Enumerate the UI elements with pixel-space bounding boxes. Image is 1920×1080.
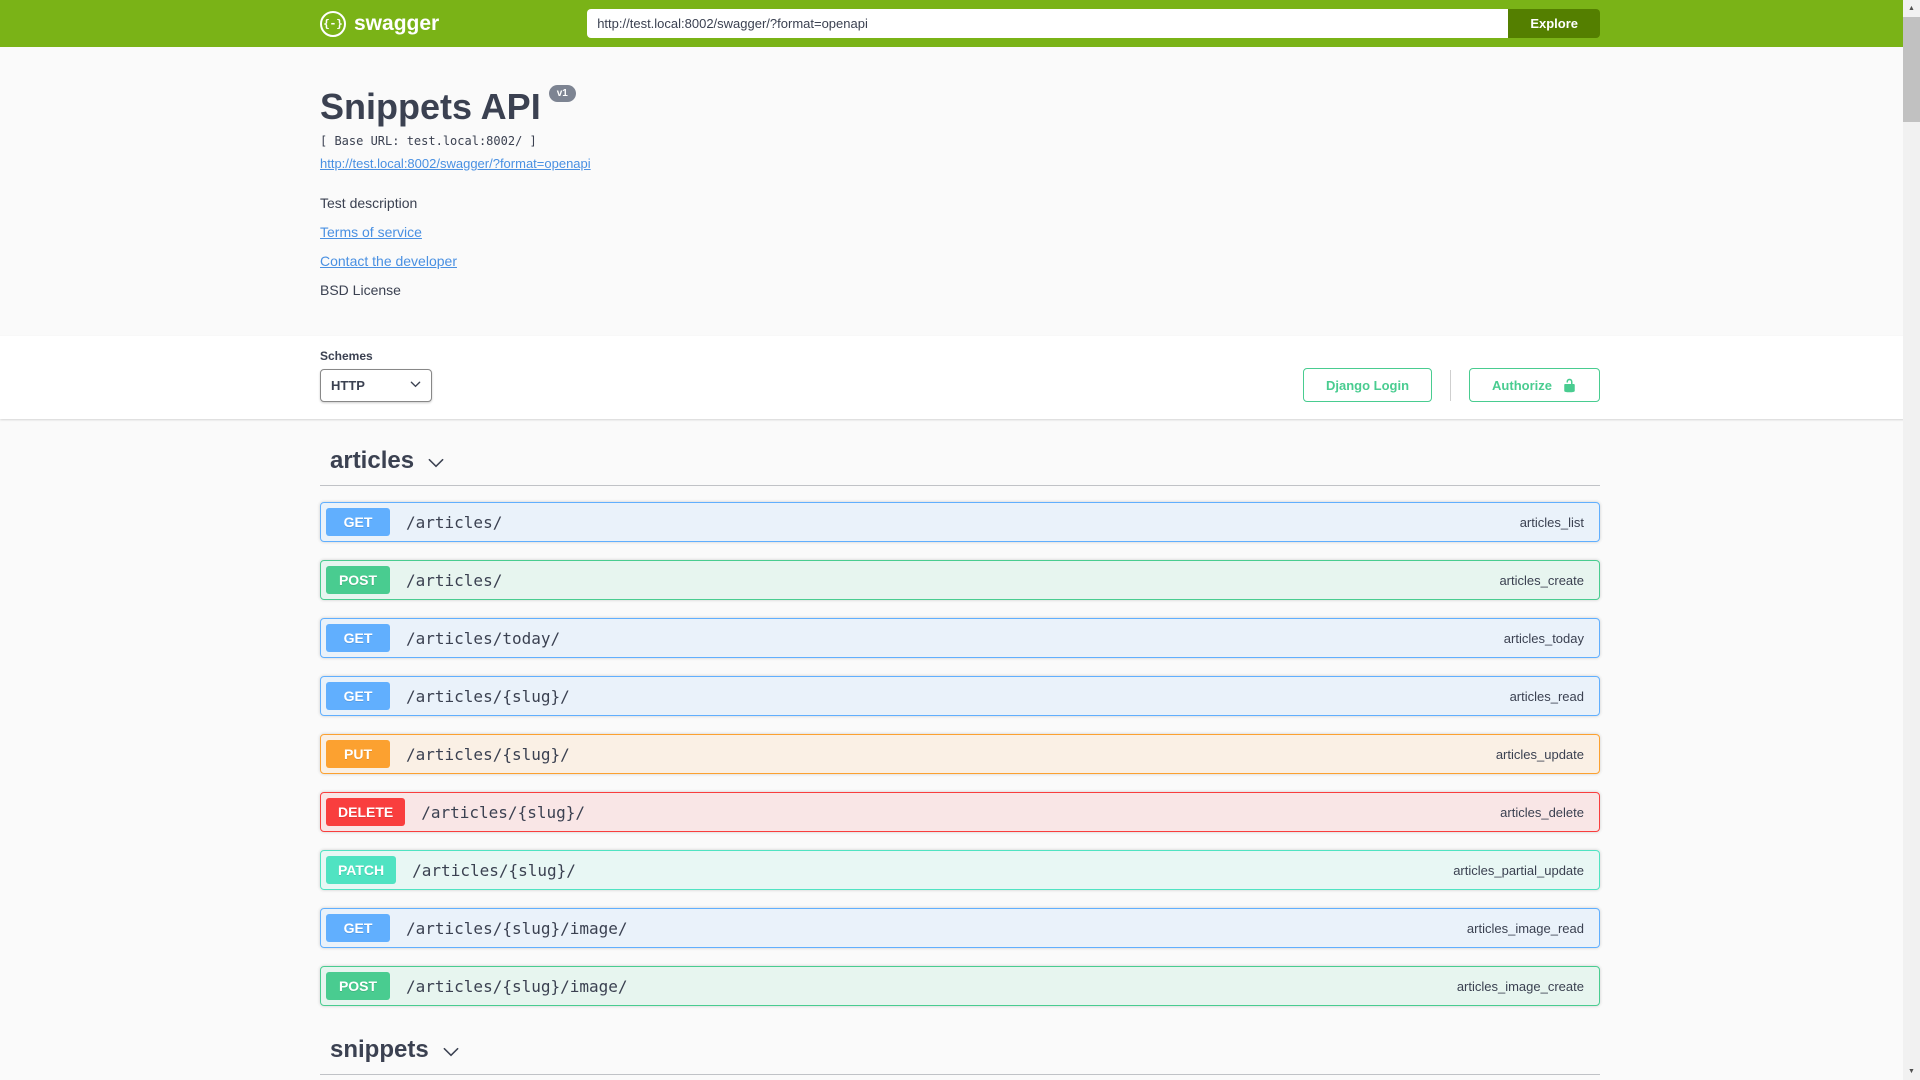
operation-path: /articles/	[406, 512, 503, 532]
operation-id: articles_list	[1519, 514, 1584, 530]
tag-section: snippets GET /snippets/ snippets_list	[320, 1026, 1600, 1080]
method-badge: GET	[326, 624, 390, 652]
operation-row[interactable]: DELETE /articles/{slug}/ articles_delete	[320, 792, 1600, 832]
operation-path: /articles/today/	[406, 628, 561, 648]
operation-id: articles_partial_update	[1453, 862, 1584, 878]
unlock-icon	[1564, 378, 1575, 392]
auth-wrapper: Django Login Authorize	[1303, 368, 1600, 402]
method-badge: GET	[326, 682, 390, 710]
operation-row[interactable]: GET /articles/ articles_list	[320, 502, 1600, 542]
info-section: Snippets API v1 [ Base URL: test.local:8…	[0, 47, 1920, 336]
spec-link[interactable]: http://test.local:8002/swagger/?format=o…	[320, 156, 591, 171]
api-title: Snippets API	[320, 86, 541, 127]
operation-id: articles_image_create	[1456, 978, 1584, 994]
method-badge: PATCH	[326, 856, 397, 884]
schemes-block: Schemes HTTP	[320, 349, 432, 402]
method-badge: POST	[326, 566, 390, 594]
operation-row[interactable]: PUT /articles/{slug}/ articles_update	[320, 734, 1600, 774]
operation-path: /articles/{slug}/	[406, 686, 570, 706]
scrollbar-thumb[interactable]	[1903, 17, 1920, 122]
operation-row[interactable]: GET /articles/{slug}/ articles_read	[320, 676, 1600, 716]
url-input[interactable]	[587, 9, 1509, 38]
schemes-label: Schemes	[320, 349, 373, 363]
method-badge: DELETE	[326, 798, 406, 826]
operation-path: /articles/{slug}/image/	[406, 976, 628, 996]
explore-button[interactable]: Explore	[1508, 9, 1600, 38]
download-url-form: Explore	[587, 9, 1600, 38]
operation-id: articles_today	[1503, 630, 1584, 646]
operation-list: GET /snippets/ snippets_list	[320, 1075, 1600, 1080]
tag-header[interactable]: articles	[320, 437, 1600, 486]
chevron-down-icon[interactable]	[426, 453, 446, 473]
schemes-select[interactable]: HTTP	[320, 369, 432, 402]
django-login-button[interactable]: Django Login	[1303, 368, 1433, 402]
scrollbar[interactable]: ▲ ▼	[1903, 0, 1920, 1080]
chevron-down-icon[interactable]	[441, 1042, 461, 1062]
scheme-container: Schemes HTTP Django Login Authorize	[0, 336, 1920, 419]
operations-container: articles GET /articles/ articles_list PO…	[320, 419, 1600, 1080]
method-badge: GET	[326, 914, 390, 942]
operation-id: articles_image_read	[1466, 920, 1584, 936]
swagger-brand-link[interactable]: {-} swagger	[320, 10, 440, 37]
operation-path: /articles/{slug}/	[421, 802, 585, 822]
method-badge: PUT	[326, 740, 390, 768]
operation-path: /articles/{slug}/	[406, 744, 570, 764]
operation-row[interactable]: GET /articles/today/ articles_today	[320, 618, 1600, 658]
license-text: BSD License	[320, 282, 401, 298]
scroll-down-button[interactable]: ▼	[1903, 1063, 1920, 1080]
authorize-label: Authorize	[1492, 377, 1552, 393]
tag-name: snippets	[330, 1036, 429, 1063]
tag-section: articles GET /articles/ articles_list PO…	[320, 437, 1600, 1026]
operation-list: GET /articles/ articles_list POST /artic…	[320, 486, 1600, 1026]
terms-of-service-link[interactable]: Terms of service	[320, 224, 422, 240]
api-description: Test description	[320, 195, 418, 211]
base-url: [ Base URL: test.local:8002/ ]	[320, 134, 537, 148]
auth-divider	[1450, 369, 1452, 401]
brand-text: swagger	[354, 11, 440, 35]
operation-id: articles_delete	[1500, 804, 1584, 820]
method-badge: POST	[326, 972, 390, 1000]
operation-id: articles_update	[1495, 746, 1584, 762]
scroll-up-button[interactable]: ▲	[1903, 0, 1920, 17]
schemes-selected-value: HTTP	[331, 378, 365, 393]
operation-path: /articles/	[406, 570, 503, 590]
swagger-logo-icon: {-}	[320, 10, 346, 37]
contact-developer-link[interactable]: Contact the developer	[320, 253, 457, 269]
operation-row[interactable]: POST /articles/ articles_create	[320, 560, 1600, 600]
authorize-button[interactable]: Authorize	[1469, 368, 1600, 402]
operation-row[interactable]: GET /articles/{slug}/image/ articles_ima…	[320, 908, 1600, 948]
tag-name: articles	[330, 447, 415, 474]
operation-id: articles_read	[1509, 688, 1584, 704]
operation-row[interactable]: POST /articles/{slug}/image/ articles_im…	[320, 966, 1600, 1006]
chevron-down-icon	[410, 378, 421, 393]
operation-path: /articles/{slug}/	[412, 860, 576, 880]
method-badge: GET	[326, 508, 390, 536]
operation-path: /articles/{slug}/image/	[406, 918, 628, 938]
title-row: Snippets API v1	[320, 85, 1600, 127]
operation-row[interactable]: PATCH /articles/{slug}/ articles_partial…	[320, 850, 1600, 890]
tag-header[interactable]: snippets	[320, 1026, 1600, 1075]
topbar: {-} swagger Explore	[0, 0, 1920, 47]
operation-id: articles_create	[1499, 572, 1584, 588]
version-badge: v1	[548, 85, 576, 102]
